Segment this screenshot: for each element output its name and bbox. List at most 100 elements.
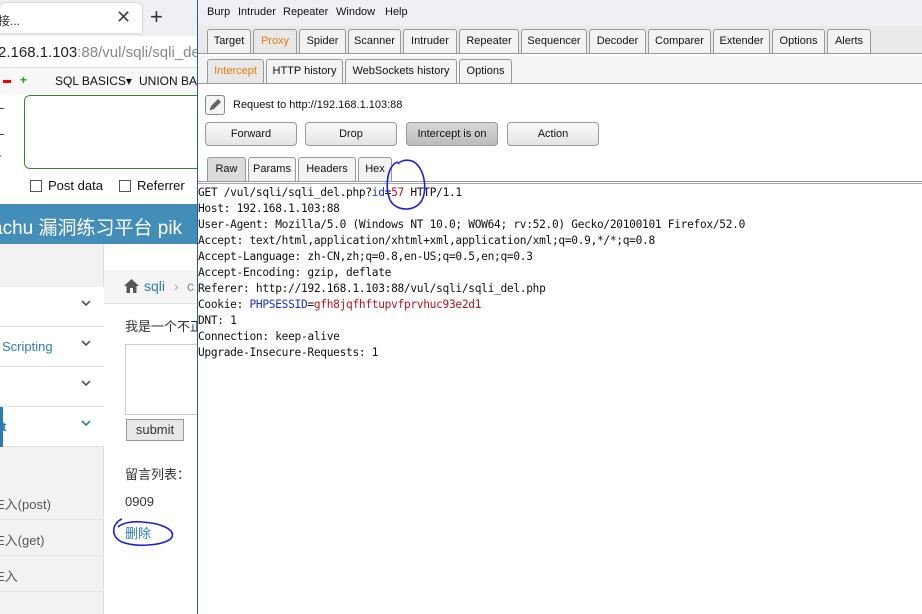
tab-params[interactable]: Params [248,157,296,181]
tab-sequencer[interactable]: Sequencer [521,29,587,53]
tab-scanner[interactable]: Scanner [348,29,401,53]
drop-button[interactable]: Drop [305,122,397,146]
header-host: Host: 192.168.1.103:88 [198,202,340,215]
header-upgrade-insecure: Upgrade-Insecure-Requests: 1 [198,346,379,359]
tab-comparer[interactable]: Comparer [648,29,711,53]
union-based-menu[interactable]: UNION BA [139,74,197,88]
tab-intercept[interactable]: Intercept [207,59,264,83]
url-host: 2.168.1.103 [0,44,78,61]
sidebar-subitem[interactable]: E入(get) [0,520,104,556]
param-name: id [371,186,385,199]
tab-proxy-options[interactable]: Options [459,59,512,83]
intercept-toggle-button[interactable]: Intercept is on [406,122,498,146]
new-tab-icon[interactable]: + [150,6,163,28]
edit-pencil-icon[interactable] [205,95,225,115]
hackbar-side-label: L [0,126,5,138]
hackbar-toolbar: + SQL BASICS▾ UNION BA [0,68,197,94]
editor-tabs: Raw Params Headers Hex [198,154,922,182]
header-cookie: Cookie: PHPSESSID=gfh8jqfhftupvfprvhuc93… [198,298,481,311]
request-line: GET /vul/sqli/sqli_del.php?id=57 HTTP/1.… [198,186,462,199]
chevron-down-icon [80,377,92,392]
request-path: GET /vul/sqli/sqli_del.php? [198,186,372,199]
tab-target[interactable]: Target [207,29,251,53]
menu-help[interactable]: Help [385,6,408,18]
header-accept-encoding: Accept-Encoding: gzip, deflate [198,266,392,279]
tab-title: 接... [0,14,21,28]
tab-alerts[interactable]: Alerts [827,29,871,53]
post-data-label: Post data [48,178,103,193]
header-accept: Accept: text/html,application/xhtml+xml,… [198,234,655,247]
home-icon[interactable] [123,278,139,294]
tab-raw[interactable]: Raw [207,157,246,181]
sidebar-item-xss[interactable]: Scripting [0,327,104,367]
url-text[interactable]: 2.168.1.103:88/vul/sqli/sqli_de [0,44,197,61]
hackbar-url-textarea[interactable] [24,95,197,169]
param-value: 57 [391,186,404,199]
request-editor[interactable]: GET /vul/sqli/sqli_del.php?id=57 HTTP/1.… [198,183,922,614]
breadcrumb-link[interactable]: sqli [144,278,165,294]
post-data-checkbox[interactable] [30,180,42,192]
message-prompt: 我是一个不正 [125,319,197,334]
sidebar-subitem[interactable]: E入(post) [0,484,104,520]
message-list-label: 留言列表： [125,467,191,482]
sidebar-subitem-label: E入(get) [0,533,45,548]
sidebar-item-sqli[interactable]: t [0,407,104,447]
menu-burp[interactable]: Burp [207,6,230,18]
sidebar-item-label: Scripting [2,339,53,354]
menu-bar: Burp Intruder Repeater Window Help [198,0,922,26]
tab-repeater[interactable]: Repeater [459,29,519,53]
message-textarea[interactable] [125,344,197,415]
header-user-agent: User-Agent: Mozilla/5.0 (Windows NT 10.0… [198,218,746,231]
sql-basics-menu[interactable]: SQL BASICS▾ [55,74,132,88]
sidebar-item[interactable] [0,367,104,407]
action-button[interactable]: Action [507,122,599,146]
cookie-key: Cookie: [198,298,250,311]
chevron-down-icon [80,417,92,432]
proxy-tabs: Intercept HTTP history WebSockets histor… [198,56,922,84]
breadcrumb: sqli › c [104,270,197,304]
delete-link[interactable]: 删除 [125,523,151,542]
burp-suite-window: Burp Intruder Repeater Window Help Targe… [197,0,922,614]
tab-spider[interactable]: Spider [299,29,346,53]
forward-button[interactable]: Forward [205,122,297,146]
tab-hex[interactable]: Hex [358,157,392,181]
tab-http-history[interactable]: HTTP history [266,59,343,83]
header-connection: Connection: keep-alive [198,330,340,343]
url-path: :88/vul/sqli/sqli_de [77,44,197,61]
header-referer: Referer: http://192.168.1.103:88/vul/sql… [198,282,546,295]
pikachu-header: achu 漏洞练习平台 pik [0,204,197,244]
header-accept-language: Accept-Language: zh-CN,zh;q=0.8,en-US;q=… [198,250,533,263]
plus-icon[interactable]: + [20,73,27,87]
message-entry: 0909 [125,494,154,509]
breadcrumb-separator: › [174,278,179,294]
tab-proxy[interactable]: Proxy [253,29,297,53]
tab-extender[interactable]: Extender [713,29,770,53]
address-bar[interactable]: 2.168.1.103:88/vul/sqli/sqli_de [0,36,197,68]
sidebar-item[interactable] [0,287,104,327]
tab-decoder[interactable]: Decoder [589,29,646,53]
hackbar-side-label: - [0,150,2,162]
sidebar-nav: Scripting t E入(post) E入(get) E入 [0,244,104,614]
breadcrumb-current: c [187,278,194,294]
browser-tab[interactable]: 接... ✕ [0,3,142,33]
screenshot-root: 接... ✕ + 2.168.1.103:88/vul/sqli/sqli_de… [0,0,922,614]
sidebar-subitem[interactable]: E入 [0,556,104,592]
browser-tabbar: 接... ✕ + [0,0,197,36]
tab-headers[interactable]: Headers [298,157,356,181]
tab-intruder[interactable]: Intruder [403,29,457,53]
submit-button[interactable]: submit [126,419,184,441]
sidebar-item-label: t [2,419,7,434]
menu-window[interactable]: Window [336,6,375,18]
tab-websockets-history[interactable]: WebSockets history [345,59,457,83]
minus-icon[interactable] [3,80,11,83]
request-target-label: Request to http://192.168.1.103:88 [233,99,403,111]
referrer-checkbox[interactable] [119,180,131,192]
chevron-down-icon [80,337,92,352]
menu-repeater[interactable]: Repeater [283,6,328,18]
tab-options[interactable]: Options [772,29,825,53]
menu-intruder[interactable]: Intruder [238,6,276,18]
cookie-name: PHPSESSID [249,298,308,311]
close-icon[interactable]: ✕ [116,7,131,27]
header-dnt: DNT: 1 [198,314,237,327]
hackbar-side-label: L [0,100,5,112]
